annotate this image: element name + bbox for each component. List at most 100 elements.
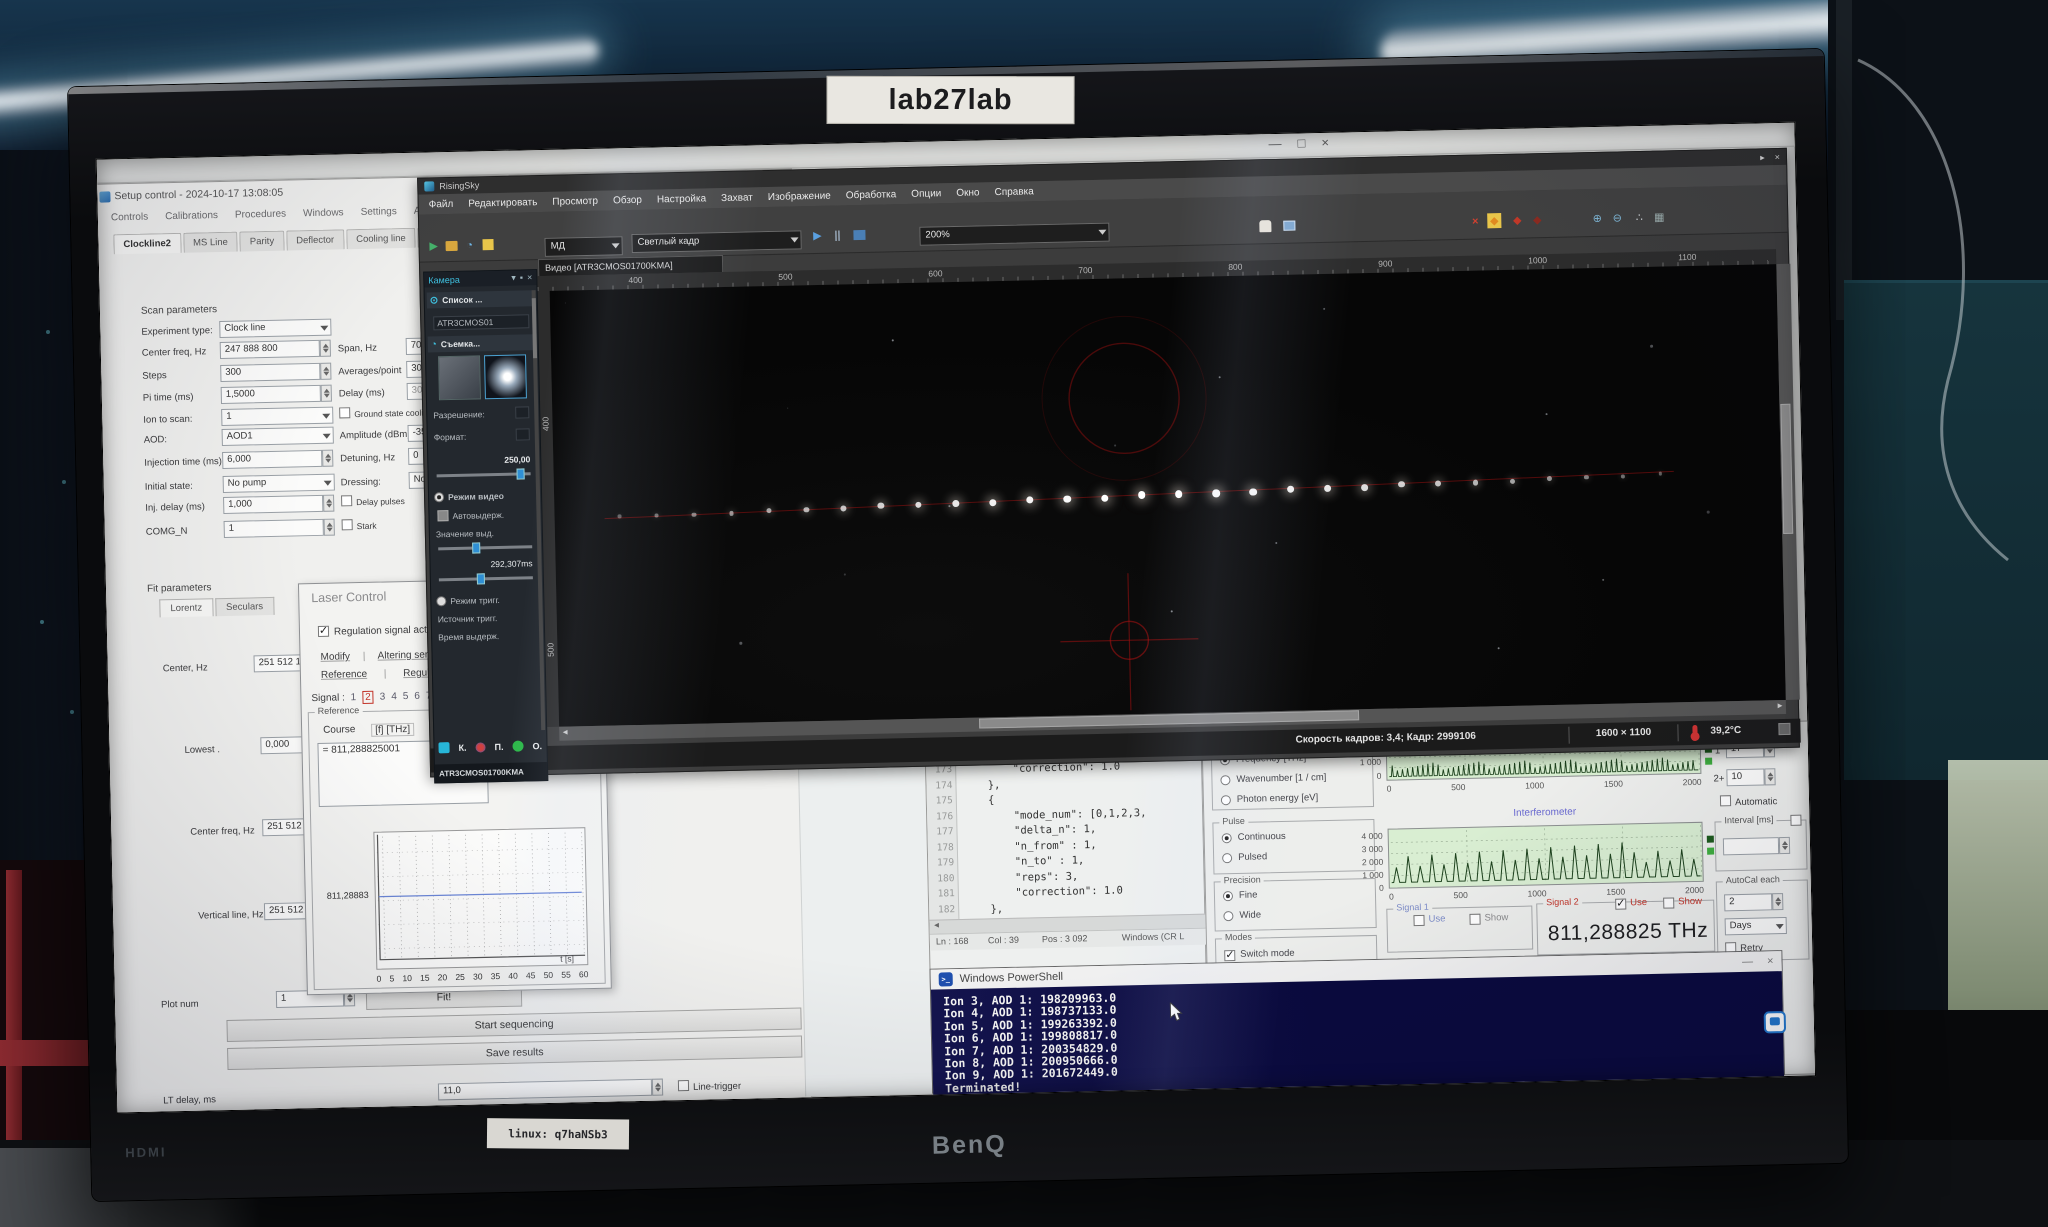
play-capture-icon[interactable]: ▶	[809, 228, 825, 243]
snapshot-icon[interactable]	[853, 229, 865, 239]
camera-bottom-tab[interactable]: ATR3CMOS01700KMA	[435, 762, 547, 782]
history-icon[interactable]: ◔	[461, 237, 477, 252]
row2-stepper[interactable]	[1764, 768, 1775, 785]
exposure-slider[interactable]	[438, 545, 532, 550]
pin-icon[interactable]: ▪	[520, 272, 523, 283]
reference-link[interactable]: Reference	[321, 669, 367, 681]
diamond-orange-icon[interactable]: ◆	[1487, 213, 1501, 228]
menu-item[interactable]: Просмотр	[552, 195, 598, 207]
editor-code-line[interactable]: },	[962, 779, 1000, 792]
inj-delay-stepper[interactable]	[323, 495, 334, 512]
play-icon[interactable]: ▶	[425, 238, 441, 253]
tab[interactable]: Seculars	[215, 597, 274, 616]
gain-slider[interactable]	[437, 472, 531, 477]
ion-to-scan-select[interactable]: 1	[221, 407, 333, 426]
menu-item[interactable]: Редактировать	[468, 197, 537, 210]
injection-time-input[interactable]: 6,000	[222, 450, 322, 469]
auto-exposure-checkbox[interactable]	[437, 510, 448, 521]
exposure-fine-slider[interactable]	[439, 576, 533, 581]
signal-option[interactable]: 6	[414, 691, 420, 702]
modify-link[interactable]: Modify	[320, 651, 350, 663]
autocal-input[interactable]: 2	[1724, 893, 1772, 911]
signal-option[interactable]: 4	[391, 691, 397, 702]
scroll-left-icon[interactable]: ◄	[561, 728, 569, 737]
dropdown-icon[interactable]: ▾	[511, 273, 516, 284]
close-icon[interactable]: ×	[1767, 955, 1774, 967]
stark-checkbox[interactable]	[342, 519, 353, 530]
comg-n-input[interactable]: 1	[224, 519, 324, 538]
tab[interactable]: Parity	[240, 231, 285, 252]
editor-code-line[interactable]: },	[965, 903, 1003, 916]
menu-item[interactable]: Windows	[303, 207, 344, 219]
save-results-button[interactable]: Save results	[227, 1036, 802, 1071]
collapse-icon[interactable]: ▸	[1760, 152, 1765, 163]
tab[interactable]: MS Line	[183, 232, 238, 253]
gallery-icon[interactable]	[482, 239, 493, 250]
menu-item[interactable]: Файл	[429, 198, 454, 210]
maximize-icon[interactable]: □	[1297, 135, 1305, 150]
editor-code-line[interactable]: "reps": 3,	[964, 870, 1078, 884]
photon-energy-radio[interactable]	[1221, 795, 1231, 805]
signal-option[interactable]: 3	[380, 692, 386, 703]
camera-name[interactable]: ATR3CMOS01	[433, 314, 529, 330]
menu-item[interactable]: Настройка	[657, 193, 706, 205]
camera-panel-header[interactable]: Камера ▾ ▪ ×	[424, 270, 536, 287]
k-button-label[interactable]: К.	[458, 742, 466, 752]
comg-n-stepper[interactable]	[324, 519, 335, 536]
continuous-radio[interactable]	[1222, 833, 1232, 843]
status-corner-icon[interactable]	[1778, 723, 1790, 735]
color-picker-icon[interactable]: ∴	[1631, 210, 1647, 225]
grid-icon[interactable]: ▦	[1651, 209, 1667, 224]
wavenumber-radio[interactable]	[1220, 775, 1230, 785]
diamond-red-icon[interactable]: ◆	[1509, 213, 1525, 228]
editor-code-line[interactable]: {	[963, 794, 995, 807]
mode-dropdown[interactable]: МД	[544, 236, 622, 257]
close-icon[interactable]: ×	[1775, 151, 1781, 162]
camera-capture-section[interactable]: ◔ Съемка...	[428, 334, 534, 352]
center-freq-input[interactable]: 247 888 800	[220, 340, 320, 359]
line-trigger-checkbox[interactable]	[678, 1080, 689, 1091]
pulsed-radio[interactable]	[1222, 853, 1232, 863]
experiment-type-select[interactable]: Clock line	[219, 319, 331, 338]
o-button-icon[interactable]	[512, 741, 523, 752]
interval-stepper[interactable]	[1779, 837, 1790, 854]
diamond-dark-icon[interactable]: ◆	[1529, 212, 1545, 227]
tab[interactable]: Deflector	[286, 229, 344, 250]
trigger-mode-radio[interactable]	[436, 596, 446, 606]
autocal-stepper[interactable]	[1772, 893, 1783, 910]
fine-radio[interactable]	[1223, 891, 1233, 901]
menu-item[interactable]: Захват	[721, 192, 753, 204]
folder-icon[interactable]	[445, 240, 457, 250]
camera-list-section[interactable]: ⊙ Список ...	[427, 290, 533, 308]
zoom-in-icon[interactable]: ⊕	[1589, 211, 1605, 226]
lt-delay-stepper[interactable]	[652, 1079, 663, 1096]
format-box[interactable]	[516, 428, 530, 440]
resolution-box[interactable]	[515, 406, 529, 418]
notification-chat-icon[interactable]	[1764, 1011, 1786, 1033]
injection-time-stepper[interactable]	[322, 450, 333, 467]
automatic-checkbox[interactable]	[1720, 795, 1731, 806]
steps-input[interactable]: 300	[220, 363, 320, 382]
menu-item[interactable]: Изображение	[768, 190, 831, 202]
row2-input[interactable]: 10	[1726, 768, 1764, 786]
signal-option[interactable]: 1	[350, 692, 356, 703]
menu-item[interactable]: Окно	[956, 187, 979, 199]
inj-delay-input[interactable]: 1,000	[223, 495, 323, 514]
powershell-output[interactable]: Ion 3, AOD 1: 198209963.0Ion 4, AOD 1: 1…	[931, 971, 1784, 1095]
hand-tool-icon[interactable]	[1259, 220, 1271, 232]
o-button-label[interactable]: О.	[532, 741, 542, 751]
video-mode-radio[interactable]	[434, 492, 444, 502]
thumbnail-frame[interactable]	[484, 354, 527, 399]
course-unit[interactable]: [f] [THz]	[371, 723, 414, 737]
center-freq-stepper[interactable]	[320, 340, 331, 357]
signal-option[interactable]: 5	[403, 691, 409, 702]
menu-item[interactable]: Controls	[111, 212, 148, 224]
aod-select[interactable]: AOD1	[222, 427, 334, 446]
frame-type-dropdown[interactable]: Светлый кадр	[631, 230, 801, 253]
k-button-icon[interactable]	[438, 742, 449, 753]
close-icon[interactable]: ×	[527, 272, 533, 283]
close-icon[interactable]: ×	[1321, 135, 1329, 150]
minimize-icon[interactable]: —	[1742, 956, 1753, 968]
ion-camera-view[interactable]	[550, 264, 1786, 727]
pi-time-stepper[interactable]	[321, 385, 332, 402]
